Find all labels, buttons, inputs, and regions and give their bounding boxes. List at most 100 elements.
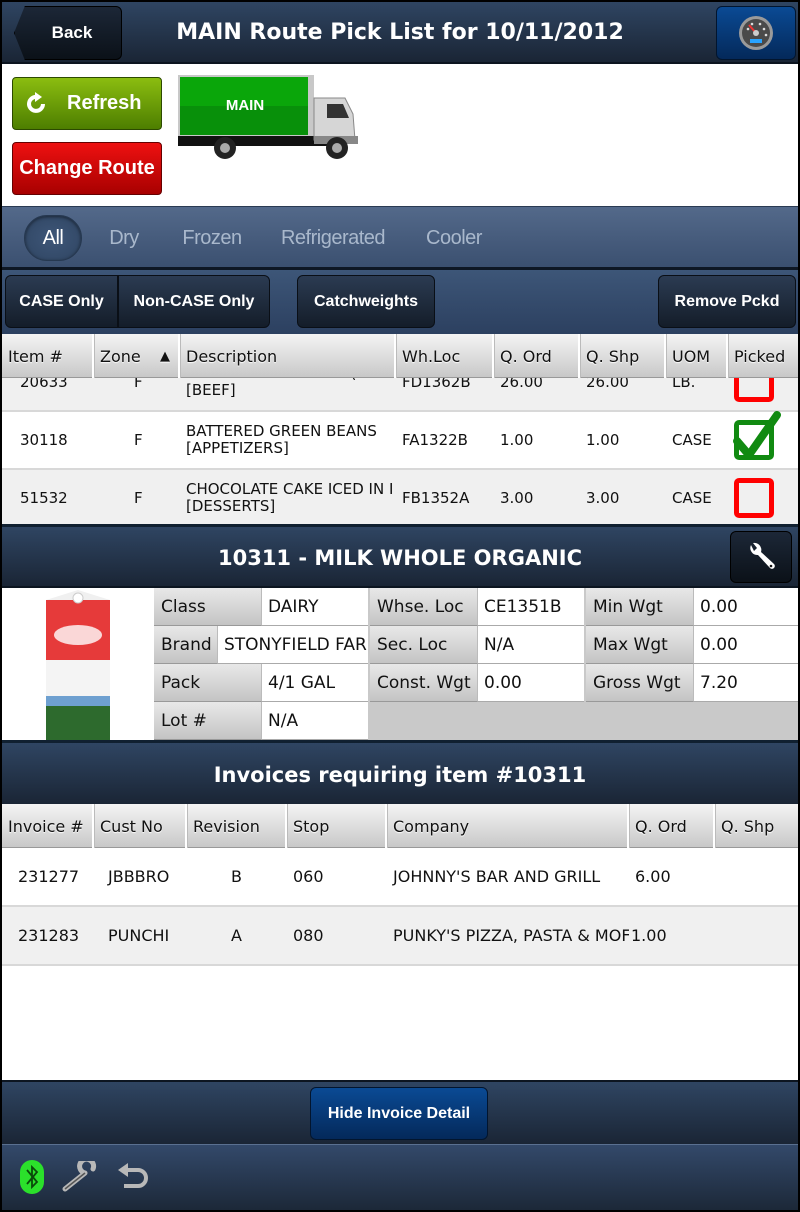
tab-cooler[interactable]: Cooler — [420, 215, 488, 261]
uom: CASE — [672, 431, 712, 449]
table-row[interactable]: 20633 F SHORT LOIN 1X1 DEF (BON [BEEF] F… — [2, 378, 798, 412]
item-title: 10311 - MILK WHOLE ORGANIC — [217, 546, 582, 570]
table-row[interactable]: 231283 PUNCHI A 080 PUNKY'S PIZZA, PASTA… — [2, 907, 798, 966]
table-row[interactable]: 30118 F BATTERED GREEN BEANS [APPETIZERS… — [2, 411, 798, 470]
column-header-revision[interactable]: Revision — [187, 804, 287, 848]
stop: 060 — [293, 867, 324, 886]
const-wgt-label: Const. Wgt — [370, 664, 478, 702]
column-label: Q. Ord — [500, 346, 552, 366]
picked-cell — [728, 478, 798, 518]
column-header-cust-no[interactable]: Cust No — [94, 804, 187, 848]
class-label: Class — [154, 588, 262, 626]
column-label: Q. Shp — [586, 346, 640, 366]
description: CHOCOLATE CAKE ICED IN I [DESSERTS] — [180, 481, 396, 515]
column-label: Revision — [193, 816, 260, 836]
sec-loc-value: N/A — [478, 626, 584, 664]
customer-number: PUNCHI — [108, 926, 170, 945]
tab-frozen[interactable]: Frozen — [176, 215, 248, 261]
picked-checkbox[interactable] — [734, 378, 774, 402]
invoices-header: Invoices requiring item #10311 — [2, 740, 798, 804]
invoices-table-header: Invoice # Cust No Revision Stop Company … — [2, 804, 798, 848]
description: SHORT LOIN 1X1 DEF (BON [BEEF] — [180, 378, 396, 399]
tab-refrigerated[interactable]: Refrigerated — [278, 215, 388, 261]
catchweights-button[interactable]: Catchweights — [297, 275, 435, 328]
tab-label: Frozen — [182, 226, 242, 249]
column-header-invoice[interactable]: Invoice # — [2, 804, 94, 848]
hide-invoice-detail-label: Hide Invoice Detail — [327, 1104, 471, 1122]
gross-wgt-value: 7.20 — [694, 664, 798, 702]
refresh-button[interactable]: Refresh — [12, 77, 162, 130]
case-only-button[interactable]: CASE Only — [5, 275, 118, 328]
non-case-only-button[interactable]: Non-CASE Only — [118, 275, 270, 328]
column-header-description[interactable]: Description — [180, 334, 396, 378]
filter-bar: CASE Only Non-CASE Only Catchweights Rem… — [2, 270, 798, 334]
item-number: 30118 — [20, 431, 68, 449]
speedometer-icon — [739, 16, 773, 50]
wrench-icon — [750, 542, 775, 569]
item-number: 20633 — [20, 378, 68, 391]
invoices-table-body[interactable]: 231277 JBBBRO B 060 JOHNNY'S BAR AND GRI… — [2, 848, 798, 1078]
company: PUNKY'S PIZZA, PASTA & MOF — [393, 926, 629, 945]
milk-carton-image — [46, 590, 110, 740]
lot-label: Lot # — [154, 702, 262, 740]
customer-number: JBBBRO — [108, 867, 170, 886]
tab-label: Cooler — [426, 226, 482, 249]
column-header-qord[interactable]: Q. Ord — [629, 804, 715, 848]
invoice-number: 231277 — [18, 867, 80, 886]
item-detail-panel: Class DAIRY Brand STONYFIELD FAR Pack 4/… — [2, 588, 798, 740]
column-label: Cust No — [100, 816, 163, 836]
column-header-uom[interactable]: UOM — [666, 334, 728, 378]
remove-picked-button[interactable]: Remove Pckd — [658, 275, 796, 328]
column-header-qord[interactable]: Q. Ord — [494, 334, 580, 378]
description-category: [BEEF] — [186, 381, 236, 399]
min-wgt-value: 0.00 — [694, 588, 798, 626]
back-button-label: Back — [51, 23, 93, 42]
item-properties-grid: Class DAIRY Brand STONYFIELD FAR Pack 4/… — [154, 588, 798, 740]
item-settings-button[interactable] — [730, 531, 792, 583]
wrench-icon[interactable] — [60, 1159, 102, 1195]
zone-tab-bar: All Dry Frozen Refrigerated Cooler — [2, 206, 798, 270]
picked-checkbox[interactable] — [734, 478, 774, 518]
undo-icon[interactable] — [114, 1159, 150, 1195]
column-header-qshp[interactable]: Q. Shp — [715, 804, 798, 848]
column-header-company[interactable]: Company — [387, 804, 629, 848]
bluetooth-icon[interactable] — [18, 1159, 46, 1195]
non-case-only-label: Non-CASE Only — [133, 292, 255, 310]
tab-all[interactable]: All — [24, 215, 82, 261]
table-row[interactable]: 51532 F CHOCOLATE CAKE ICED IN I [DESSER… — [2, 470, 798, 524]
checkmark-icon — [733, 411, 781, 459]
tab-dry[interactable]: Dry — [102, 215, 146, 261]
catchweights-label: Catchweights — [313, 292, 418, 310]
system-status-bar — [2, 1144, 798, 1210]
column-header-item[interactable]: Item # — [2, 334, 94, 378]
warehouse-location: FA1322B — [402, 431, 468, 449]
description-category: [APPETIZERS] — [186, 439, 289, 457]
max-wgt-value: 0.00 — [694, 626, 798, 664]
case-only-label: CASE Only — [19, 292, 104, 310]
table-row[interactable]: 231277 JBBBRO B 060 JOHNNY'S BAR AND GRI… — [2, 848, 798, 907]
back-button[interactable]: Back — [14, 6, 122, 60]
column-label: Description — [186, 346, 278, 366]
picked-checkbox[interactable] — [733, 411, 781, 460]
tab-label: Dry — [109, 226, 139, 249]
change-route-button[interactable]: Change Route — [12, 142, 162, 195]
description-line: CHOCOLATE CAKE ICED IN I — [186, 481, 394, 498]
tab-label: Refrigerated — [280, 226, 386, 249]
column-header-stop[interactable]: Stop — [287, 804, 387, 848]
column-label: Company — [393, 816, 470, 836]
column-header-zone[interactable]: Zone ▲ — [94, 334, 180, 378]
uom: CASE — [672, 489, 712, 507]
sort-ascending-icon: ▲ — [160, 348, 170, 364]
column-label: Zone — [100, 346, 141, 366]
pick-table-body[interactable]: 20633 F SHORT LOIN 1X1 DEF (BON [BEEF] F… — [2, 378, 798, 524]
column-header-qshp[interactable]: Q. Shp — [580, 334, 666, 378]
whse-loc-value: CE1351B — [478, 588, 584, 626]
remove-picked-label: Remove Pckd — [674, 292, 780, 310]
lot-value: N/A — [262, 702, 368, 740]
quantity-shipped: 26.00 — [586, 378, 629, 391]
quantity-shipped: 1.00 — [586, 431, 620, 449]
dashboard-button[interactable] — [716, 6, 796, 60]
hide-invoice-detail-button[interactable]: Hide Invoice Detail — [310, 1087, 488, 1140]
column-header-whloc[interactable]: Wh.Loc — [396, 334, 494, 378]
column-header-picked[interactable]: Picked — [728, 334, 798, 378]
